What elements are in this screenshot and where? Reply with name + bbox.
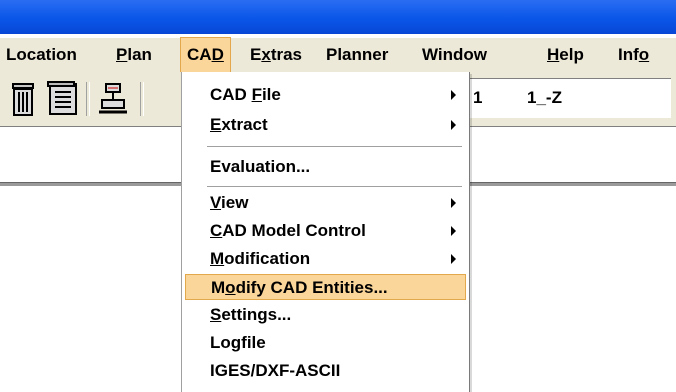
menu-cad[interactable]: CAD	[180, 37, 231, 73]
menu-help[interactable]: Help	[541, 38, 590, 72]
document-list-icon[interactable]	[46, 80, 80, 118]
menu-plan[interactable]: Plan	[110, 38, 158, 72]
cad-stamp-icon[interactable]	[96, 80, 130, 118]
menuitem-modification[interactable]: Modification	[185, 246, 466, 272]
submenu-arrow-icon	[451, 90, 456, 100]
trash-icon[interactable]	[6, 80, 40, 118]
submenu-arrow-icon	[451, 254, 456, 264]
window-title-bar	[0, 0, 676, 34]
menu-location[interactable]: Location	[0, 38, 83, 72]
menu-extras[interactable]: Extras	[244, 38, 308, 72]
menu-window[interactable]: Window	[416, 38, 493, 72]
cad-dropdown-menu: CAD File Extract Evaluation... View CAD …	[181, 72, 470, 392]
menu-planner[interactable]: Planner	[320, 38, 394, 72]
submenu-arrow-icon	[451, 226, 456, 236]
menuitem-iges-dxf-ascii[interactable]: IGES/DXF-ASCII	[185, 358, 466, 384]
menuitem-cad-file[interactable]: CAD File	[185, 82, 466, 108]
menu-separator	[207, 146, 462, 150]
menuitem-settings[interactable]: Settings...	[185, 302, 466, 328]
field-value-2: 1_-Z	[527, 88, 562, 107]
menuitem-extract[interactable]: Extract	[185, 112, 466, 138]
menuitem-view[interactable]: View	[185, 190, 466, 216]
menuitem-evaluation[interactable]: Evaluation...	[185, 154, 466, 180]
field-value-1: 1	[473, 88, 483, 107]
toolbar-separator	[140, 82, 144, 116]
menu-info[interactable]: Info	[612, 38, 655, 72]
menuitem-logfile[interactable]: Logfile	[185, 330, 466, 356]
menuitem-modify-cad-entities[interactable]: Modify CAD Entities...	[185, 274, 466, 300]
menuitem-cad-model-control[interactable]: CAD Model Control	[185, 218, 466, 244]
toolbar-separator	[86, 82, 90, 116]
menu-bar: Location Plan CAD Extras Planner Window …	[0, 37, 676, 73]
submenu-arrow-icon	[451, 198, 456, 208]
submenu-arrow-icon	[451, 120, 456, 130]
